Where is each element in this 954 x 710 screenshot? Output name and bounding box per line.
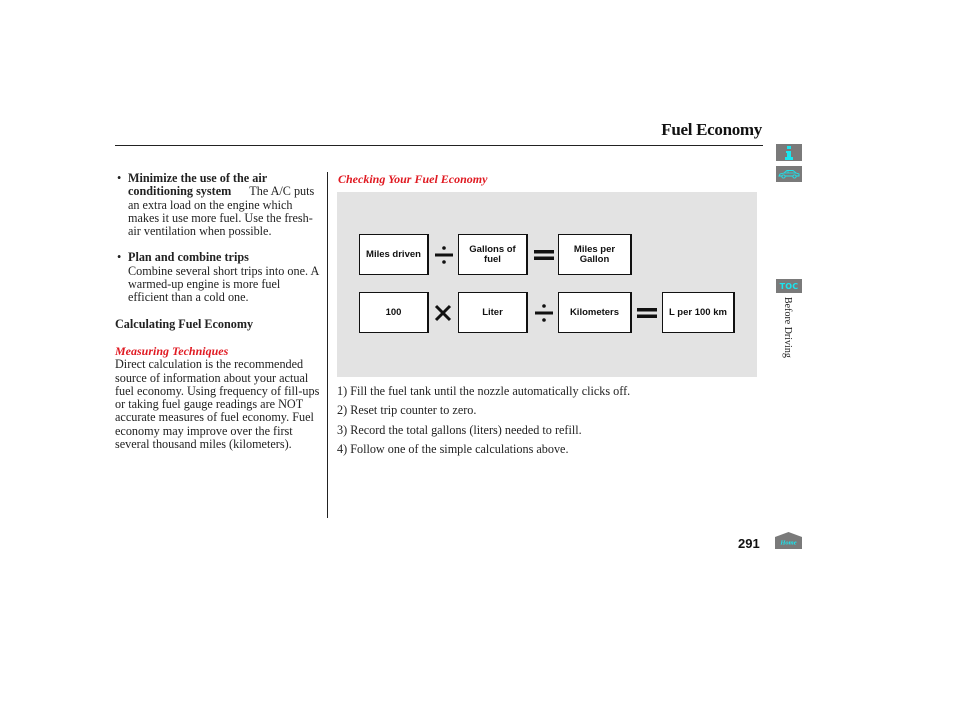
home-button[interactable]: Home (775, 532, 802, 549)
section-heading: Calculating Fuel Economy (115, 316, 254, 331)
info-button[interactable] (776, 144, 802, 161)
formula-diagram: Miles driven Gallons of fuel Miles per G… (337, 192, 757, 377)
divide-icon (535, 304, 553, 322)
tip-title: Plan and combine trips (128, 250, 249, 265)
formula-term-box: 100 (359, 292, 429, 333)
steps-list: 1) Fill the fuel tank until the nozzle a… (337, 384, 630, 461)
home-label: Home (779, 540, 796, 547)
formula-term: Miles per Gallon (573, 243, 616, 265)
tip-title: Minimize the use of the air conditioning… (128, 171, 267, 199)
formula-term: Gallons of fuel (469, 243, 516, 265)
column-divider (327, 172, 328, 518)
formula-term: 100 (385, 306, 402, 318)
step-item: 1) Fill the fuel tank until the nozzle a… (337, 384, 631, 398)
step-item: 3) Record the total gallons (liters) nee… (337, 422, 582, 437)
toc-label: TOC (779, 281, 799, 291)
subheading: Measuring Techniques (115, 343, 229, 358)
formula-term: Kilometers (569, 306, 620, 318)
info-icon (785, 145, 793, 160)
right-heading: Checking Your Fuel Economy (338, 172, 488, 186)
equals-icon (637, 308, 657, 318)
tip-text: Combine several short trips into one. A … (128, 263, 319, 305)
formula-term: Liter (482, 306, 503, 318)
left-column: • Minimize the use of the air conditioni… (115, 171, 320, 452)
vehicle-index-button[interactable] (776, 166, 802, 182)
formula-term-box: Miles per Gallon (558, 234, 632, 275)
tip-item: • Minimize the use of the air conditioni… (115, 171, 320, 238)
formula-term: L per 100 km (669, 306, 727, 318)
section-tab-before-driving[interactable]: Before Driving (776, 297, 802, 377)
toc-button[interactable]: TOC (776, 279, 802, 293)
formula-term-box: Liter (458, 292, 528, 333)
page-number: 291 (738, 536, 760, 551)
equals-icon (534, 250, 554, 260)
bullet-icon: • (117, 250, 122, 265)
formula-term-box: L per 100 km (662, 292, 735, 333)
formula-term: Miles driven (366, 248, 421, 260)
step-item: 4) Follow one of the simple calculations… (337, 441, 569, 456)
formula-term-box: Miles driven (359, 234, 429, 275)
multiply-icon (434, 304, 452, 322)
title-divider (115, 145, 763, 146)
page-title: Fuel Economy (661, 120, 762, 139)
car-icon (778, 170, 800, 179)
formula-term-box: Gallons of fuel (458, 234, 528, 275)
formula-term-box: Kilometers (558, 292, 632, 333)
bullet-icon: • (117, 171, 122, 185)
body-text: Direct calculation is the recommended so… (115, 357, 320, 452)
section-label: Before Driving (782, 297, 793, 358)
divide-icon (435, 246, 453, 264)
step-item: 2) Reset trip counter to zero. (337, 403, 477, 418)
tip-item: • Plan and combine trips Combine several… (115, 251, 320, 304)
